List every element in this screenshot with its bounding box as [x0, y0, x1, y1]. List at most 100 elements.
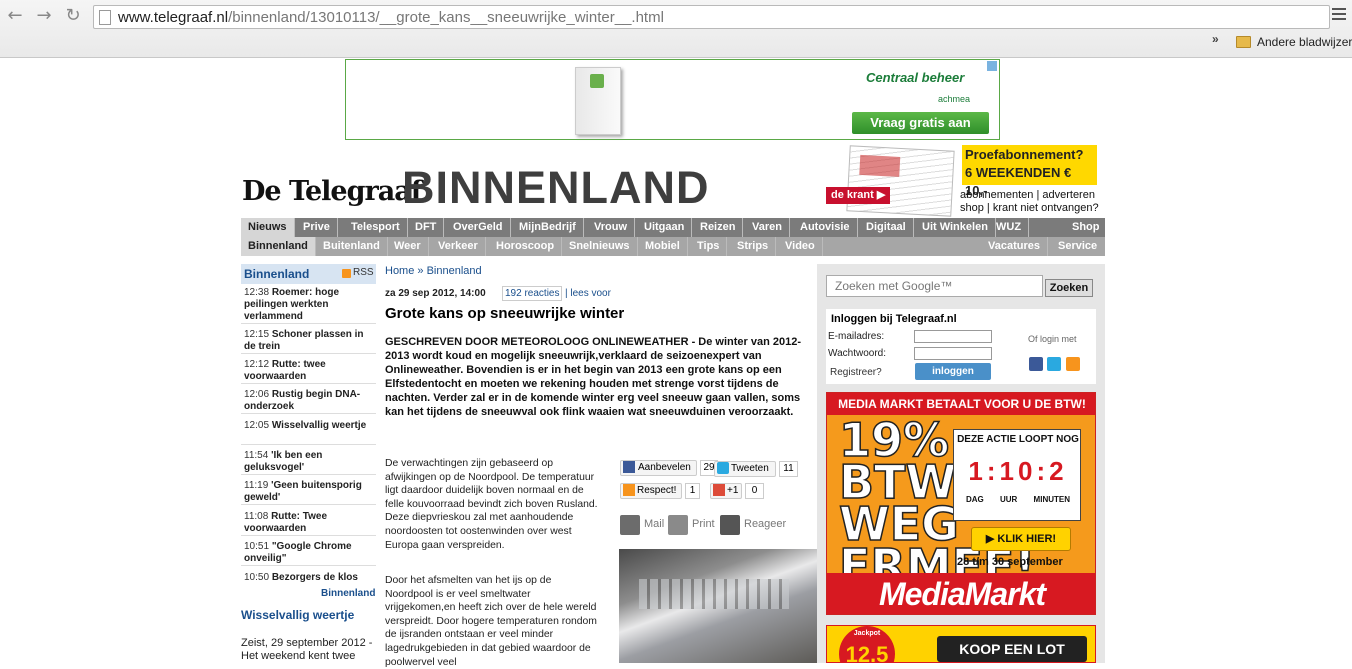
nav-digitaal[interactable]: Digitaal [859, 218, 914, 237]
google-plus-button[interactable]: +1 [710, 483, 742, 499]
lottery-ad[interactable]: Jackpot 12,5 KOOP EEN LOT [826, 625, 1096, 663]
password-field[interactable] [914, 347, 992, 360]
mail-icon[interactable] [620, 515, 640, 535]
nav-nieuws[interactable]: Nieuws [241, 218, 295, 237]
news-item[interactable]: 12:05 Wisselvallig weertje [241, 419, 376, 445]
url-text[interactable]: www.telegraaf.nl/binnenland/13010113/__g… [118, 9, 664, 26]
news-title[interactable]: Bezorgers de klos [272, 572, 358, 583]
news-item[interactable]: 11:08 Rutte: Twee voorwaarden [241, 510, 376, 536]
advertiser-logo: Centraal beheer [866, 70, 965, 85]
bookmarks-overflow-icon[interactable]: » [1212, 32, 1219, 46]
nav-vrouw[interactable]: Vrouw [587, 218, 636, 237]
subnav-weer[interactable]: Weer [387, 237, 429, 256]
media-markt-ad[interactable]: MEDIA MARKT BETAALT VOOR U DE BTW! 19% B… [826, 392, 1096, 615]
nav-varen[interactable]: Varen [745, 218, 790, 237]
login-button[interactable]: inloggen [915, 363, 991, 380]
weather-headline[interactable]: Wisselvallig weertje [241, 608, 354, 622]
subnav-vacatures[interactable]: Vacatures [981, 237, 1048, 256]
article-photo[interactable] [619, 549, 817, 663]
nav-telesport[interactable]: Telesport [344, 218, 408, 237]
report-icon[interactable] [720, 515, 740, 535]
subnav-video[interactable]: Video [778, 237, 823, 256]
twitter-icon[interactable] [1047, 357, 1061, 371]
nav-shop[interactable]: Shop [1065, 218, 1107, 237]
subnav-service[interactable]: Service [1051, 237, 1104, 256]
news-item[interactable]: 12:12 Rutte: twee voorwaarden [241, 358, 376, 384]
back-icon[interactable]: ← [4, 6, 26, 26]
promo-links-row-2[interactable]: shop | krant niet ontvangen? [960, 202, 1099, 215]
nav-dft[interactable]: DFT [408, 218, 445, 237]
nav-uitgaan[interactable]: Uitgaan [637, 218, 693, 237]
email-field[interactable] [914, 330, 992, 343]
hyves-respect-button[interactable]: Respect! [620, 483, 682, 499]
reload-icon[interactable]: ↻ [62, 6, 84, 26]
news-item[interactable]: 12:38 Roemer: hoge peilingen werkten ver… [241, 286, 376, 324]
news-item[interactable]: 11:54 'Ik ben een geluksvogel' [241, 449, 376, 475]
subnav-tips[interactable]: Tips [690, 237, 728, 256]
article-paragraph: De verwachtingen zijn gebaseerd op afwij… [385, 458, 598, 551]
subnav-binnenland[interactable]: Binnenland [241, 237, 316, 256]
nav-prive[interactable]: Prive [296, 218, 338, 237]
nav-uit-winkelen[interactable]: Uit Winkelen [915, 218, 996, 237]
jackpot-amount: 12,5 [845, 642, 889, 663]
page-icon [99, 10, 111, 25]
ad-cta-button[interactable]: Vraag gratis aan [852, 112, 989, 134]
breadcrumb-home[interactable]: Home [385, 265, 414, 277]
subscription-promo[interactable]: Proefabonnement? 6 WEEKENDEN € 10,- [962, 145, 1097, 198]
mail-link[interactable]: Mail [644, 518, 664, 530]
news-item[interactable]: 12:06 Rustig begin DNA-onderzoek [241, 388, 376, 414]
news-time: 12:05 [244, 420, 270, 431]
top-banner-ad[interactable]: Centraal beheer achmea Vraag gratis aan [345, 59, 1000, 140]
rss-icon[interactable] [342, 269, 351, 278]
de-krant-button[interactable]: de krant ▶ [826, 187, 890, 204]
subnav-strips[interactable]: Strips [730, 237, 777, 256]
search-button[interactable]: Zoeken [1045, 279, 1093, 297]
register-link[interactable]: Registreer? [830, 367, 882, 378]
facebook-icon[interactable] [1029, 357, 1043, 371]
tweet-button[interactable]: Tweeten [714, 461, 776, 477]
read-aloud-link[interactable]: | lees voor [565, 288, 611, 299]
news-list-title[interactable]: Binnenland [244, 267, 309, 281]
adchoices-icon[interactable] [987, 61, 997, 71]
primary-nav: Nieuws Prive Telesport DFT OverGeld Mijn… [241, 218, 1105, 237]
bookmark-folder-other[interactable]: Andere bladwijzers [1257, 35, 1352, 49]
news-item[interactable]: 11:19 'Geen buitensporig geweld' [241, 479, 376, 505]
buy-ticket-button[interactable]: KOOP EEN LOT [937, 636, 1087, 662]
promo-links-row-1[interactable]: abonnementen | adverteren [960, 189, 1099, 202]
comments-count-link[interactable]: 192 reacties [502, 286, 563, 301]
print-icon[interactable] [668, 515, 688, 535]
rss-link[interactable]: RSS [353, 267, 374, 278]
nav-reizen[interactable]: Reizen [693, 218, 744, 237]
forward-icon[interactable]: → [33, 6, 55, 26]
google-plus-count: 0 [745, 483, 764, 499]
nav-mijnbedrijf[interactable]: MijnBedrijf [512, 218, 584, 237]
browser-menu-icon[interactable] [1332, 8, 1346, 20]
nav-overgeld[interactable]: OverGeld [446, 218, 511, 237]
subnav-horoscoop[interactable]: Horoscoop [489, 237, 563, 256]
more-binnenland-link[interactable]: Binnenland [321, 588, 375, 599]
nav-autovisie[interactable]: Autovisie [793, 218, 858, 237]
nav-wuz[interactable]: WUZ [989, 218, 1030, 237]
hyves-icon[interactable] [1066, 357, 1080, 371]
newspaper-image[interactable] [846, 145, 955, 217]
login-box: Inloggen bij Telegraaf.nl E-mailadres: W… [826, 309, 1096, 384]
search-input[interactable]: Zoeken met Google™ [826, 275, 1043, 297]
subnav-snelnieuws[interactable]: Snelnieuws [562, 237, 638, 256]
subnav-verkeer[interactable]: Verkeer [431, 237, 486, 256]
news-item[interactable]: 10:50 Bezorgers de klos [241, 571, 376, 586]
ad-click-button[interactable]: ▶ KLIK HIER! [971, 527, 1071, 551]
site-logo[interactable]: De Telegraaf [242, 176, 422, 207]
subnav-mobiel[interactable]: Mobiel [638, 237, 688, 256]
promo-links[interactable]: abonnementen | adverteren shop | krant n… [960, 189, 1099, 215]
subnav-buitenland[interactable]: Buitenland [316, 237, 388, 256]
facebook-recommend-button[interactable]: Aanbevelen [620, 460, 697, 476]
facebook-icon [623, 461, 635, 473]
address-bar[interactable]: www.telegraaf.nl/binnenland/13010113/__g… [93, 5, 1330, 29]
news-item[interactable]: 12:15 Schoner plassen in de trein [241, 328, 376, 354]
news-time: 11:54 [244, 450, 269, 461]
news-item[interactable]: 10:51 "Google Chrome onveilig" [241, 540, 376, 566]
print-link[interactable]: Print [692, 518, 715, 530]
report-link[interactable]: Reageer [744, 518, 786, 530]
breadcrumb-section[interactable]: Binnenland [427, 265, 482, 277]
news-title[interactable]: Wisselvallig weertje [272, 420, 366, 431]
